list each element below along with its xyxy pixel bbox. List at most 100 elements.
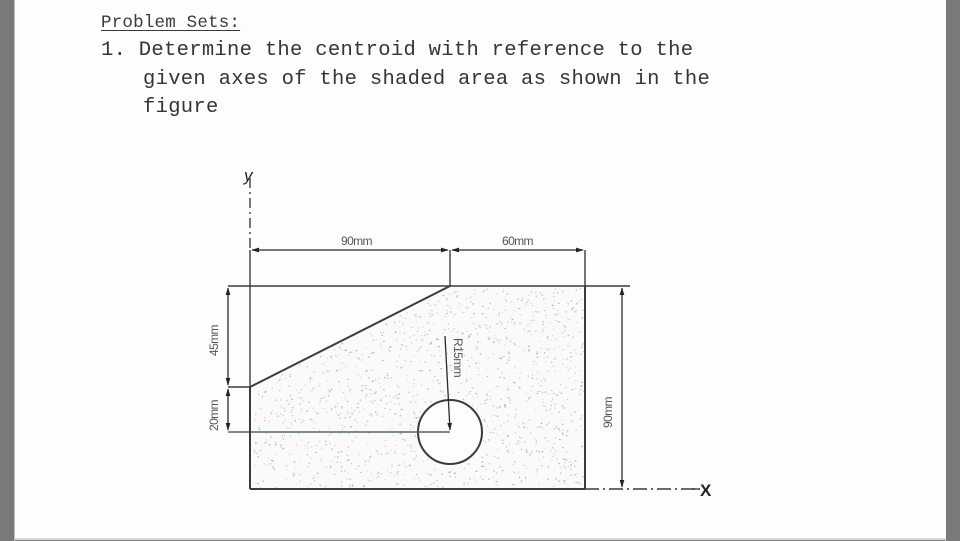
stipple-dot xyxy=(375,391,377,393)
stipple-dot xyxy=(427,473,429,475)
stipple-dot xyxy=(551,447,554,449)
stipple-dot xyxy=(365,424,367,426)
stipple-dot xyxy=(438,346,440,348)
stipple-dot xyxy=(378,377,380,379)
stipple-dot xyxy=(257,456,259,458)
stipple-dot xyxy=(563,465,565,467)
stipple-dot xyxy=(433,482,435,484)
stipple-dot xyxy=(553,470,555,472)
stipple-dot xyxy=(567,399,568,400)
stipple-dot xyxy=(393,397,394,399)
stipple-dot xyxy=(330,356,332,358)
stipple-dot xyxy=(331,449,333,451)
stipple-dot xyxy=(474,481,477,482)
stipple-dot xyxy=(490,398,492,401)
stipple-dot xyxy=(535,440,537,442)
stipple-dot xyxy=(349,416,351,418)
stipple-dot xyxy=(367,420,369,422)
stipple-dot xyxy=(554,359,556,360)
stipple-dot xyxy=(479,353,482,355)
stipple-dot xyxy=(300,408,303,410)
stipple-dot xyxy=(492,421,493,423)
stipple-dot xyxy=(318,440,321,442)
stipple-dot xyxy=(571,420,573,422)
stipple-dot xyxy=(253,451,256,453)
stipple-dot xyxy=(380,453,383,455)
stipple-dot xyxy=(312,477,314,479)
stipple-dot xyxy=(275,453,277,456)
stipple-dot xyxy=(506,450,509,452)
stipple-dot xyxy=(473,293,475,295)
stipple-dot xyxy=(570,352,572,354)
stipple-dot xyxy=(447,328,450,330)
stipple-dot xyxy=(319,400,321,402)
stipple-dot xyxy=(316,477,318,479)
stipple-dot xyxy=(386,323,388,325)
stipple-dot xyxy=(503,422,505,424)
stipple-dot xyxy=(340,349,342,351)
stipple-dot xyxy=(481,465,483,467)
stipple-dot xyxy=(554,407,556,409)
stipple-dot xyxy=(541,427,543,429)
stipple-dot xyxy=(413,385,415,387)
stipple-dot xyxy=(326,357,328,359)
stipple-dot xyxy=(325,400,328,402)
stipple-dot xyxy=(426,323,428,324)
stipple-dot xyxy=(467,336,470,339)
stipple-dot xyxy=(541,465,543,467)
stipple-dot xyxy=(517,307,520,309)
stipple-dot xyxy=(295,389,297,391)
stipple-dot xyxy=(371,369,373,371)
stipple-dot xyxy=(570,474,572,476)
stipple-dot xyxy=(281,436,284,438)
stipple-dot xyxy=(552,366,554,368)
stipple-dot xyxy=(563,336,566,337)
stipple-dot xyxy=(529,454,531,456)
stipple-dot xyxy=(488,463,491,465)
stipple-dot xyxy=(420,346,422,348)
stipple-dot xyxy=(336,402,338,405)
stipple-dot xyxy=(364,464,366,466)
stipple-dot xyxy=(340,462,342,464)
stipple-dot xyxy=(377,452,380,454)
stipple-dot xyxy=(411,326,413,328)
stipple-dot xyxy=(450,307,452,309)
stipple-dot xyxy=(549,408,552,411)
stipple-dot xyxy=(518,476,520,479)
stipple-dot xyxy=(337,456,339,458)
stipple-dot xyxy=(300,388,302,390)
stipple-dot xyxy=(277,382,279,384)
stipple-dot xyxy=(420,383,422,385)
stipple-dot xyxy=(387,470,389,472)
stipple-dot xyxy=(484,466,486,467)
stipple-dot xyxy=(566,358,568,360)
stipple-dot xyxy=(481,313,484,315)
stipple-dot xyxy=(499,321,501,322)
stipple-dot xyxy=(510,321,513,323)
stipple-dot xyxy=(397,464,400,466)
stipple-dot xyxy=(483,440,485,441)
stipple-dot xyxy=(347,413,349,415)
stipple-dot xyxy=(361,389,363,391)
stipple-dot xyxy=(546,356,548,358)
stipple-dot xyxy=(299,397,301,399)
stipple-dot xyxy=(529,452,531,454)
stipple-dot xyxy=(461,304,463,306)
stipple-dot xyxy=(466,379,468,381)
stipple-dot xyxy=(561,363,563,365)
stipple-dot xyxy=(488,331,490,333)
stipple-dot xyxy=(469,391,471,393)
stipple-dot xyxy=(527,299,529,301)
stipple-dot xyxy=(439,390,442,392)
stipple-dot xyxy=(561,434,564,436)
stipple-dot xyxy=(263,391,266,393)
stipple-dot xyxy=(436,338,438,340)
stipple-dot xyxy=(514,366,516,368)
stipple-dot xyxy=(341,343,343,345)
stipple-dot xyxy=(288,453,291,455)
stipple-dot xyxy=(507,321,509,323)
stipple-dot xyxy=(343,426,345,428)
stipple-dot xyxy=(416,422,418,424)
stipple-dot xyxy=(413,411,415,413)
stipple-dot xyxy=(581,317,584,319)
